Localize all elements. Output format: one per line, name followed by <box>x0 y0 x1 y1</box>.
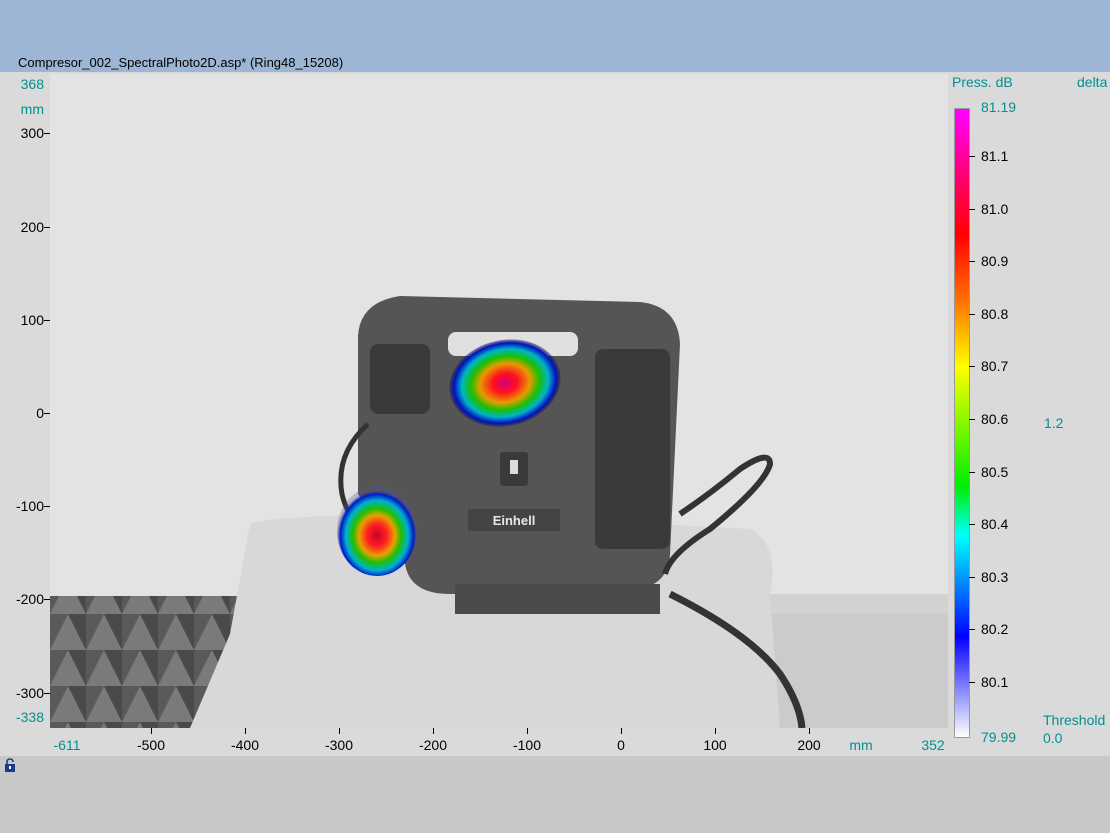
y-axis-min-label: -338 <box>15 709 44 725</box>
x-tick-mark <box>809 728 810 734</box>
x-tick-label: 0 <box>617 737 625 753</box>
y-tick-mark <box>44 506 50 508</box>
y-tick-mark <box>44 226 50 228</box>
y-tick-mark <box>44 413 50 414</box>
x-tick-label: -300 <box>324 737 354 753</box>
colorbar-tick <box>969 366 975 368</box>
y-axis-unit-label: mm <box>20 101 44 117</box>
y-tick-mark <box>44 319 50 321</box>
colorbar-label: 80.5 <box>981 463 1009 480</box>
colorbar-label: 80.6 <box>981 411 1009 427</box>
colorbar-tick <box>969 208 975 210</box>
device-brand-text: Einhell <box>493 513 536 528</box>
colorbar-label: 80.3 <box>981 568 1009 585</box>
colorbar-scale <box>954 108 970 738</box>
threshold-label: Threshold <box>1043 712 1106 728</box>
colorbar-title: Press. dB <box>952 74 1013 90</box>
x-tick-label: 200 <box>797 737 821 753</box>
colorbar-tick <box>969 471 975 473</box>
y-tick-mark <box>44 133 50 135</box>
colorbar-tick <box>969 156 975 157</box>
x-axis-unit-label: mm <box>849 737 873 753</box>
y-axis-max-label: 368 <box>20 76 44 92</box>
document-title: Compresor_002_SpectralPhoto2D.asp* (Ring… <box>18 55 344 70</box>
colorbar-tick <box>969 524 975 526</box>
x-tick-mark <box>433 728 434 734</box>
colorbar-tick <box>969 629 975 631</box>
colorbar-tick <box>969 261 975 263</box>
acoustic-photo-view[interactable]: Einhell <box>50 74 948 728</box>
colorbar-max-label: 81.19 <box>981 99 1017 115</box>
colorbar-label: 80.9 <box>981 253 1009 270</box>
photo-scene: Einhell <box>50 74 948 728</box>
delta-label: delta <box>1077 74 1108 90</box>
x-tick-mark <box>339 728 340 734</box>
y-tick-mark <box>44 599 50 601</box>
x-tick-label: -200 <box>418 737 448 753</box>
colorbar-tick <box>969 682 975 683</box>
y-tick-label: -100 <box>15 498 44 515</box>
lock-icon[interactable] <box>4 758 16 772</box>
x-tick-mark <box>527 728 528 734</box>
colorbar-tick <box>969 313 975 315</box>
y-tick-mark <box>44 692 50 694</box>
x-axis-max-label: 352 <box>921 737 945 753</box>
x-tick-label: 100 <box>703 737 727 753</box>
delta-value: 1.2 <box>1044 415 1064 431</box>
x-tick-mark <box>715 728 716 734</box>
y-tick-label: -200 <box>15 591 44 608</box>
x-tick-mark <box>151 728 152 734</box>
x-axis-min-label: -611 <box>53 737 81 753</box>
colorbar-label: 81.1 <box>981 148 1009 164</box>
colorbar-min-label: 79.99 <box>981 729 1017 745</box>
colorbar-label: 80.1 <box>981 674 1009 690</box>
status-bar <box>0 756 1110 833</box>
colorbar-tick <box>969 576 975 578</box>
colorbar-label: 81.0 <box>981 200 1009 217</box>
x-tick-mark <box>245 728 246 734</box>
colorbar-label: 80.8 <box>981 305 1009 322</box>
hotspot-left <box>337 486 417 576</box>
x-tick-label: -100 <box>512 737 542 753</box>
y-tick-label: 0 <box>36 405 44 421</box>
x-tick-label: -400 <box>230 737 260 753</box>
threshold-value: 0.0 <box>1043 730 1063 746</box>
colorbar-label: 80.7 <box>981 358 1009 375</box>
y-tick-label: 300 <box>20 125 44 142</box>
y-tick-label: -300 <box>15 684 44 701</box>
y-tick-label: 100 <box>20 311 44 328</box>
x-tick-mark <box>621 728 622 734</box>
colorbar-label: 80.4 <box>981 516 1009 533</box>
y-tick-label: 200 <box>20 218 44 235</box>
x-tick-label: -500 <box>136 737 166 753</box>
colorbar-tick <box>969 419 975 420</box>
colorbar-label: 80.2 <box>981 621 1009 638</box>
